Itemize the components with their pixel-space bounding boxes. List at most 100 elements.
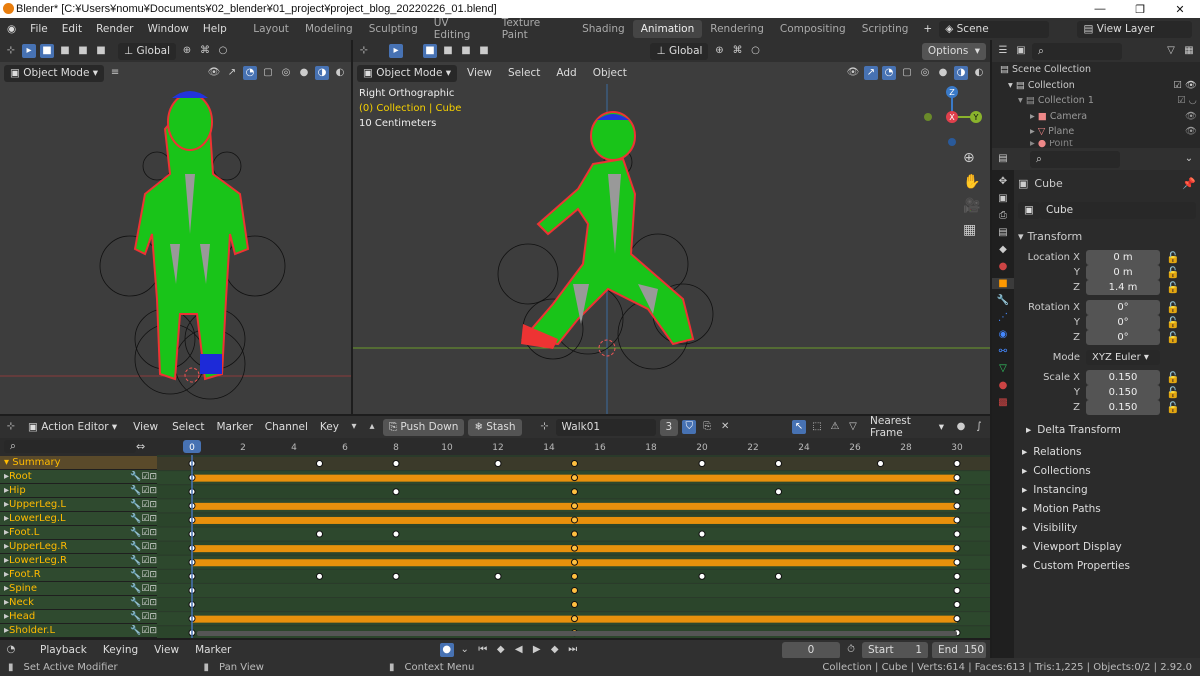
only-selected-icon[interactable]: ↖: [792, 420, 806, 434]
shading-material-icon[interactable]: ◑: [315, 66, 329, 80]
panel-motion-paths[interactable]: ▸ Motion Paths: [1014, 500, 1196, 518]
editor-type-icon[interactable]: ⊹: [357, 44, 371, 58]
keyframe[interactable]: [571, 572, 578, 580]
channel-toggle-icons[interactable]: 🔧☑⊡: [130, 584, 157, 594]
channel-row[interactable]: ▸ Neck 🔧☑⊡: [0, 596, 157, 610]
checkbox-icon[interactable]: ☑: [1173, 78, 1182, 94]
end-frame-field[interactable]: End 150: [932, 641, 987, 659]
tab-scripting[interactable]: Scripting: [854, 20, 917, 38]
keyframe[interactable]: [953, 474, 961, 482]
object-name-field[interactable]: Cube: [1040, 201, 1196, 219]
snap-mode-dropdown[interactable]: Nearest Frame ▾: [864, 415, 950, 439]
keyframe[interactable]: [494, 572, 502, 580]
particles-tab-icon[interactable]: ⋰: [998, 312, 1008, 323]
options-chevron-icon[interactable]: ⌄: [1182, 152, 1196, 166]
channel-toggle-icons[interactable]: 🔧☑⊡: [130, 472, 157, 482]
select-mode-invert-icon[interactable]: ■: [94, 44, 108, 58]
outliner-scene-collection[interactable]: ▤ Scene Collection: [1000, 62, 1200, 78]
lock-icon[interactable]: 🔓: [1166, 386, 1180, 399]
shading-material-icon[interactable]: ◑: [954, 66, 968, 80]
tab-rendering[interactable]: Rendering: [702, 20, 772, 38]
channel-row[interactable]: ▸ UpperLeg.R 🔧☑⊡: [0, 540, 157, 554]
eye-icon[interactable]: 👁: [1185, 78, 1197, 94]
keyframe[interactable]: [571, 474, 578, 482]
push-down-button[interactable]: ⎘ Push Down: [382, 418, 465, 436]
object-mode-dropdown[interactable]: ▣ Object Mode ▾: [357, 64, 458, 82]
channel-row[interactable]: ▸ Foot.L 🔧☑⊡: [0, 526, 157, 540]
outliner-item-collection1[interactable]: ▾ ▤ Collection 1 ☑ ◡: [1000, 93, 1200, 109]
select-mode-new-icon[interactable]: ■: [40, 44, 54, 58]
keyframe[interactable]: [571, 488, 578, 496]
keyframe[interactable]: [953, 544, 961, 552]
rotation-mode-dropdown[interactable]: XYZ Euler ▾: [1086, 349, 1160, 365]
texture-tab-icon[interactable]: ▩: [998, 397, 1007, 408]
channel-toggle-icons[interactable]: 🔧☑⊡: [130, 514, 157, 524]
keyframe[interactable]: [571, 586, 578, 594]
keyframe[interactable]: [953, 460, 961, 468]
channel-row[interactable]: ▸ Spine 🔧☑⊡: [0, 582, 157, 596]
jump-start-icon[interactable]: ⏮: [476, 643, 490, 657]
panel-collections[interactable]: ▸ Collections: [1014, 462, 1196, 480]
keyframe[interactable]: [316, 572, 323, 580]
proportional-edit-icon[interactable]: ○: [748, 44, 762, 58]
location-y-field[interactable]: 0 m: [1086, 265, 1160, 280]
action-users-count[interactable]: 3: [659, 418, 679, 436]
fake-user-icon[interactable]: ⛉: [682, 420, 697, 434]
left-viewport[interactable]: ⊹ ▸ ■ ■ ■ ■ ⊥ Global ⊕ ⌘ ○ ▣ Object Mode…: [0, 40, 351, 414]
keyframe[interactable]: [392, 530, 400, 538]
channel-toggle-icons[interactable]: 🔧☑⊡: [130, 528, 157, 538]
layer-up-icon[interactable]: ▴: [365, 420, 379, 434]
select-mode-extend-icon[interactable]: ■: [58, 44, 72, 58]
channel-toggle-icons[interactable]: 🔧☑⊡: [130, 556, 157, 566]
tab-compositing[interactable]: Compositing: [772, 20, 854, 38]
jump-end-icon[interactable]: ⏭: [566, 643, 580, 657]
keyframe[interactable]: [316, 530, 323, 538]
tab-shading[interactable]: Shading: [574, 20, 633, 38]
tab-sculpting[interactable]: Sculpting: [361, 20, 426, 38]
channel-toggle-icons[interactable]: 🔧☑⊡: [130, 542, 157, 552]
navigation-gizmo[interactable]: Z X Y: [918, 84, 990, 150]
view-layer-tab-icon[interactable]: ▤: [998, 227, 1007, 238]
play-icon[interactable]: ▶: [530, 643, 544, 657]
scale-x-field[interactable]: 0.150: [1086, 370, 1160, 385]
channel-toggle-icons[interactable]: 🔧☑⊡: [130, 612, 157, 622]
keyframe[interactable]: [698, 572, 706, 580]
overlay-icon[interactable]: ◔: [882, 66, 896, 80]
zoom-icon[interactable]: ⊕: [963, 150, 980, 166]
channel-toggle-icons[interactable]: 🔧☑⊡: [130, 486, 157, 496]
editor-type-icon[interactable]: ⊹: [4, 44, 18, 58]
channel-row[interactable]: ▸ UpperLeg.L 🔧☑⊡: [0, 498, 157, 512]
menu-marker[interactable]: Marker: [213, 421, 257, 433]
physics-tab-icon[interactable]: ◉: [999, 329, 1008, 340]
auto-key-icon[interactable]: ●: [439, 643, 454, 657]
current-frame-field[interactable]: 0: [782, 641, 841, 659]
object-type-icon[interactable]: ▣: [1018, 201, 1040, 219]
lock-icon[interactable]: 🔓: [1166, 371, 1180, 384]
output-tab-icon[interactable]: ⎙: [999, 210, 1007, 221]
keyframe[interactable]: [392, 460, 400, 468]
channel-row[interactable]: ▸ Head 🔧☑⊡: [0, 610, 157, 624]
outliner-item-point[interactable]: ▸ ● Point: [1000, 140, 1200, 148]
render-tab-icon[interactable]: ▣: [998, 193, 1007, 204]
keyframe[interactable]: [494, 460, 502, 468]
gizmo-icon[interactable]: ↗: [225, 66, 239, 80]
outliner-item-camera[interactable]: ▸ ■ Camera 👁: [1000, 109, 1200, 125]
keyframe[interactable]: [316, 460, 323, 468]
menu-object[interactable]: Object: [587, 67, 633, 79]
shading-render-icon[interactable]: ◐: [972, 66, 986, 80]
stopwatch-icon[interactable]: ⏱: [844, 643, 858, 657]
shading-render-icon[interactable]: ◐: [333, 66, 347, 80]
keyframe[interactable]: [953, 601, 961, 609]
channel-row[interactable]: ▸ LowerLeg.R 🔧☑⊡: [0, 554, 157, 568]
keyframe[interactable]: [571, 615, 578, 623]
keyframe[interactable]: [953, 615, 961, 623]
swap-icon[interactable]: ⇔: [136, 440, 145, 453]
menu-key[interactable]: Key: [316, 421, 343, 433]
editor-type-icon[interactable]: ◔: [4, 643, 18, 657]
keyframe[interactable]: [953, 530, 961, 538]
menu-view[interactable]: View: [148, 644, 185, 656]
keyframe[interactable]: [698, 530, 706, 538]
menu-channel[interactable]: Channel: [261, 421, 312, 433]
close-button[interactable]: ✕: [1160, 3, 1200, 16]
options-dropdown[interactable]: Options ▾: [921, 42, 986, 60]
